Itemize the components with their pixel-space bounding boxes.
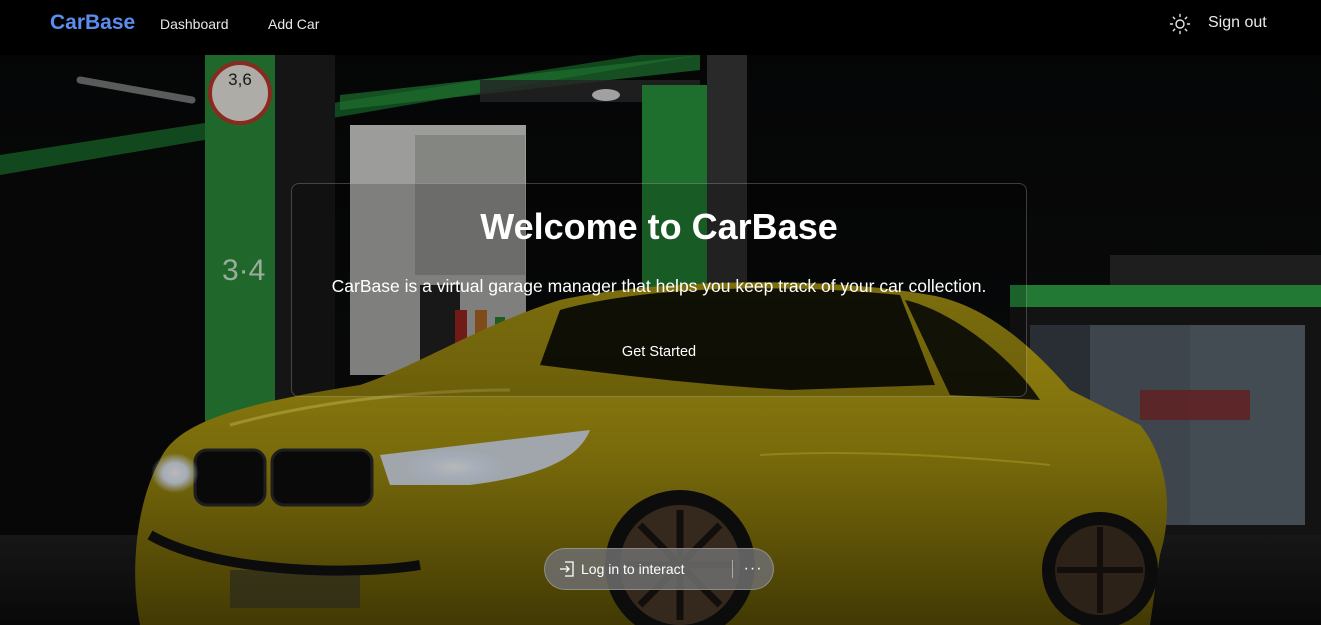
sign-in-icon <box>560 561 574 577</box>
get-started-label[interactable]: Get Started <box>622 344 696 360</box>
welcome-title: Welcome to CarBase <box>480 206 838 247</box>
nav-link-add-car[interactable]: Add Car <box>268 16 319 32</box>
brand-logo[interactable]: CarBase <box>50 11 135 35</box>
login-pill: Log in to interact ··· <box>544 548 774 590</box>
theme-toggle-button[interactable] <box>1168 12 1192 36</box>
more-icon: ··· <box>743 560 763 577</box>
more-options-button[interactable]: ··· <box>733 549 773 589</box>
log-in-label[interactable]: Log in to interact <box>581 561 685 577</box>
sign-out-button[interactable]: Sign out <box>1208 14 1267 32</box>
welcome-card: Welcome to CarBase CarBase is a virtual … <box>291 183 1027 397</box>
get-started-button[interactable]: Get Started <box>292 344 1026 360</box>
welcome-description: CarBase is a virtual garage manager that… <box>331 276 987 296</box>
sun-icon <box>1169 13 1191 35</box>
navbar: CarBase Dashboard Add Car Sign out <box>0 0 1321 55</box>
log-in-button[interactable]: Log in to interact <box>545 549 732 589</box>
nav-link-dashboard[interactable]: Dashboard <box>160 16 229 32</box>
